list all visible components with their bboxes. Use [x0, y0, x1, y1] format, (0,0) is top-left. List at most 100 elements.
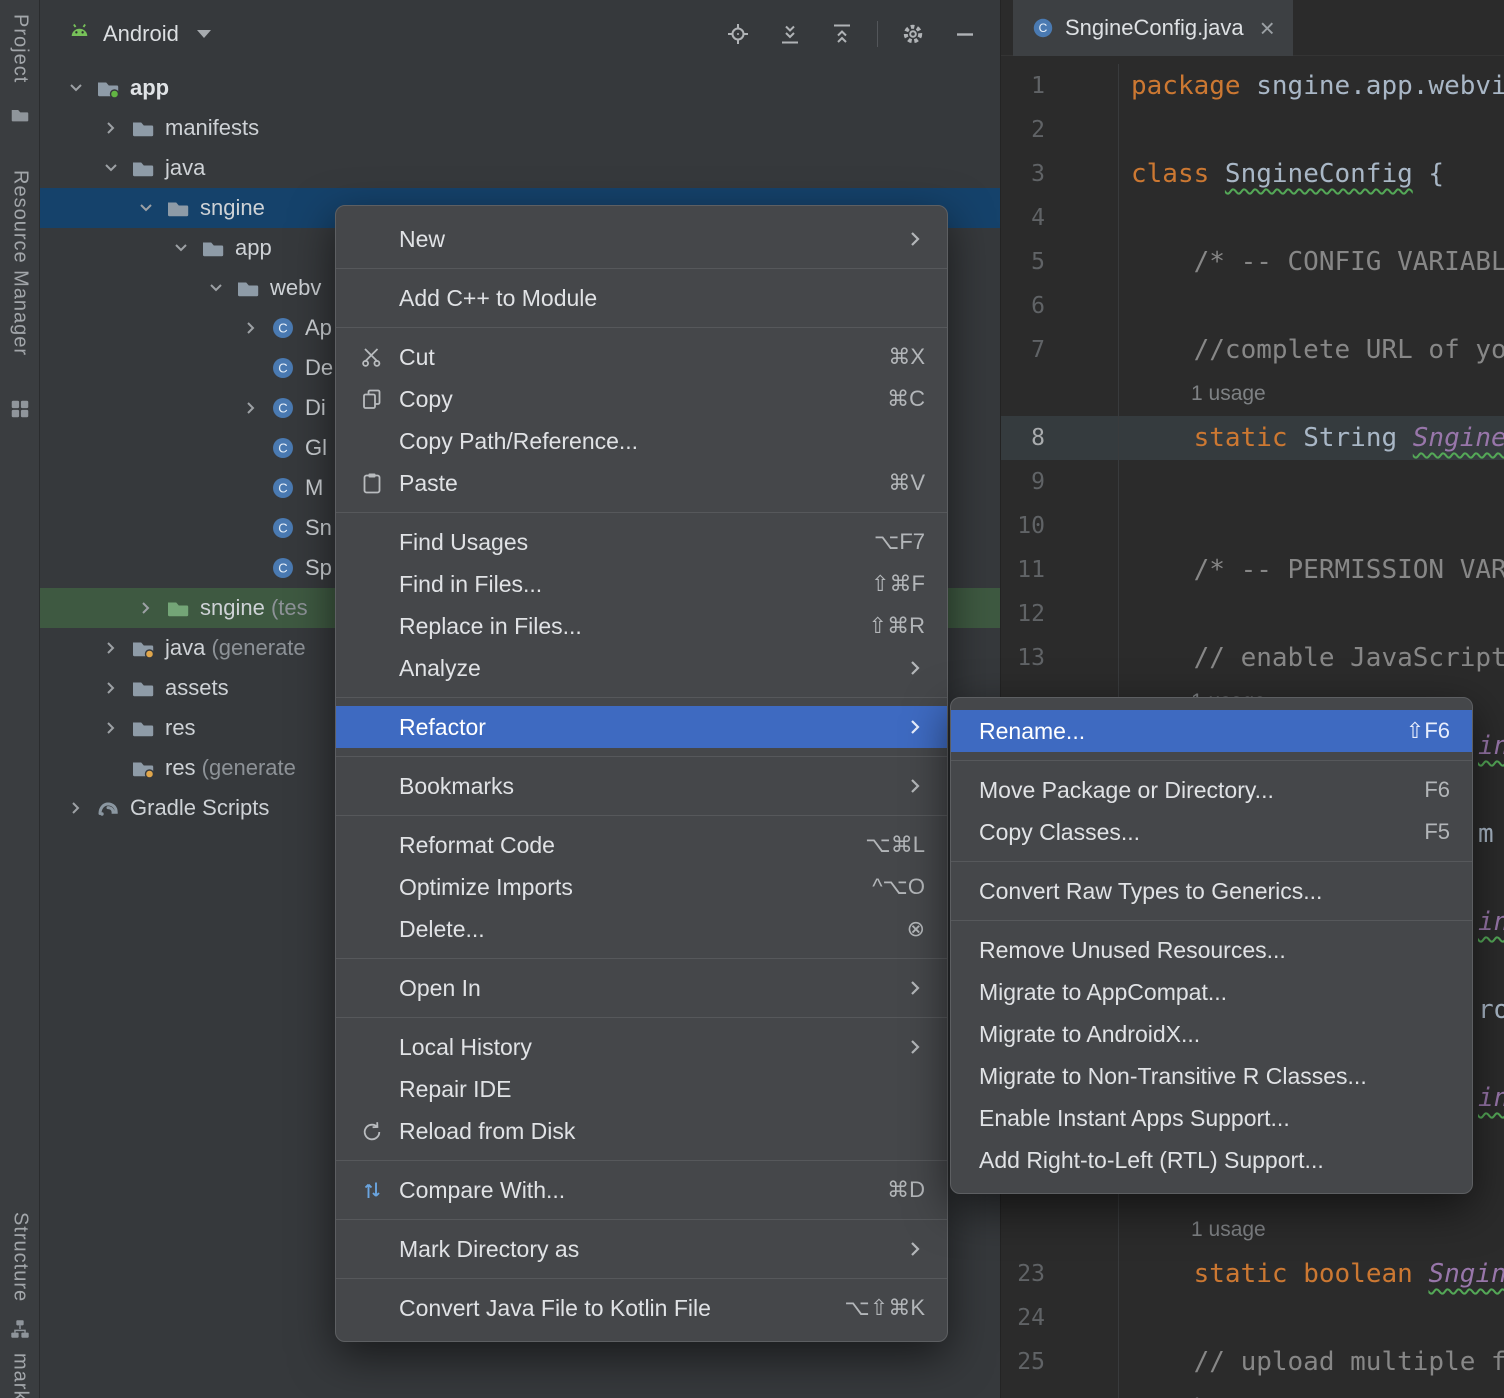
menu-item-delete[interactable]: Delete...⊗: [336, 908, 947, 950]
chevron-right-icon[interactable]: [100, 717, 130, 739]
code-text: package sngine.app.webvi: [1131, 64, 1504, 108]
menu-item-label: Enable Instant Apps Support...: [979, 1105, 1290, 1132]
code-fragment: in: [1478, 900, 1504, 944]
menu-item-move-package-or-directory[interactable]: Move Package or Directory...F6: [951, 769, 1472, 811]
menu-item-reformat-code[interactable]: Reformat Code⌥⌘L: [336, 824, 947, 866]
context-menu: New Add C++ to Module Cut⌘X Copy ⌘C Copy Path…: [335, 205, 948, 1342]
chevron-right-icon[interactable]: [100, 637, 130, 659]
settings-gear-icon[interactable]: [900, 21, 926, 47]
tree-item-manifests[interactable]: manifests: [40, 108, 1000, 148]
chevron-right-icon[interactable]: [65, 797, 95, 819]
menu-item-convert-java-file-to-kotlin-file[interactable]: Convert Java File to Kotlin File⌥⇧⌘K: [336, 1287, 947, 1329]
menu-item-enable-instant-apps-support[interactable]: Enable Instant Apps Support...: [951, 1097, 1472, 1139]
menu-item-label: Find in Files...: [399, 571, 542, 598]
menu-item-migrate-to-non-transitive-r-classes[interactable]: Migrate to Non-Transitive R Classes...: [951, 1055, 1472, 1097]
menu-item-analyze[interactable]: Analyze: [336, 647, 947, 689]
tree-item-app[interactable]: app: [40, 68, 1000, 108]
project-view-selector[interactable]: Android: [103, 21, 179, 47]
stripe-structure-button[interactable]: Structure: [0, 1212, 40, 1302]
menu-item-migrate-to-appcompat[interactable]: Migrate to AppCompat...: [951, 971, 1472, 1013]
collapse-all-icon[interactable]: [829, 21, 855, 47]
menu-item-rename[interactable]: Rename...⇧F6: [951, 710, 1472, 752]
code-line: 23 static boolean Sngin: [1001, 1252, 1504, 1296]
tree-item-suffix: (generate: [196, 755, 296, 780]
menu-item-shortcut: ⌘C: [887, 386, 925, 412]
code-line: 13 // enable JavaScript: [1001, 636, 1504, 680]
chevron-right-icon[interactable]: [240, 397, 270, 419]
menu-item-migrate-to-androidx[interactable]: Migrate to AndroidX...: [951, 1013, 1472, 1055]
structure-icon[interactable]: [0, 1318, 40, 1340]
menu-item-convert-raw-types-to-generics[interactable]: Convert Raw Types to Generics...: [951, 870, 1472, 912]
stripe-project-button[interactable]: Project: [0, 14, 40, 83]
code-text: // upload multiple f: [1131, 1340, 1504, 1384]
android-studio-window: Project Resource Manager Structure marks…: [0, 0, 1504, 1398]
stripe-resource-manager-button[interactable]: Resource Manager: [0, 170, 40, 356]
menu-item-label: Add C++ to Module: [399, 285, 597, 312]
menu-item-reload-from-disk[interactable]: Reload from Disk: [336, 1110, 947, 1152]
menu-item-shortcut: ⇧⌘R: [869, 613, 925, 639]
menu-item-label: Copy: [399, 386, 453, 413]
menu-item-bookmarks[interactable]: Bookmarks: [336, 765, 947, 807]
menu-item-find-in-files[interactable]: Find in Files...⇧⌘F: [336, 563, 947, 605]
menu-item-copy-path-reference[interactable]: Copy Path/Reference...: [336, 420, 947, 462]
menu-item-mark-directory-as[interactable]: Mark Directory as: [336, 1228, 947, 1270]
hide-panel-icon[interactable]: [952, 21, 978, 47]
line-number: 13: [1001, 636, 1119, 680]
chevron-right-icon[interactable]: [240, 317, 270, 339]
menu-item-open-in[interactable]: Open In: [336, 967, 947, 1009]
code-line: 3class SngineConfig {: [1001, 152, 1504, 196]
menu-item-add-right-to-left-rtl-support[interactable]: Add Right-to-Left (RTL) Support...: [951, 1139, 1472, 1181]
chevron-down-icon[interactable]: [170, 237, 200, 259]
chevron-down-icon[interactable]: [135, 197, 165, 219]
menu-item-copy[interactable]: Copy ⌘C: [336, 378, 947, 420]
menu-item-compare-with[interactable]: Compare With...⌘D: [336, 1169, 947, 1211]
menu-item-remove-unused-resources[interactable]: Remove Unused Resources...: [951, 929, 1472, 971]
line-number: 1: [1001, 64, 1119, 108]
menu-item-add-c-to-module[interactable]: Add C++ to Module: [336, 277, 947, 319]
chevron-down-icon[interactable]: [197, 30, 211, 38]
menu-separator: [336, 327, 947, 328]
folder-icon: [130, 675, 156, 701]
menu-item-repair-ide[interactable]: Repair IDE: [336, 1068, 947, 1110]
expand-all-icon[interactable]: [777, 21, 803, 47]
menu-item-optimize-imports[interactable]: Optimize Imports^⌥O: [336, 866, 947, 908]
menu-item-label: Convert Java File to Kotlin File: [399, 1295, 711, 1322]
menu-item-new[interactable]: New: [336, 218, 947, 260]
menu-item-local-history[interactable]: Local History: [336, 1026, 947, 1068]
locate-file-icon[interactable]: [725, 21, 751, 47]
code-line: 2: [1001, 108, 1504, 152]
toolbar-divider: [877, 21, 878, 47]
menu-item-label: Cut: [399, 344, 435, 371]
menu-item-find-usages[interactable]: Find Usages⌥F7: [336, 521, 947, 563]
usages-inlay-hint[interactable]: 1 usage: [1191, 372, 1266, 416]
menu-separator: [336, 958, 947, 959]
class-icon: C: [270, 475, 296, 501]
chevron-right-icon[interactable]: [135, 597, 165, 619]
chevron-right-icon[interactable]: [100, 117, 130, 139]
chevron-down-icon[interactable]: [100, 157, 130, 179]
submenu-arrow-icon: [905, 717, 925, 737]
menu-item-replace-in-files[interactable]: Replace in Files...⇧⌘R: [336, 605, 947, 647]
editor-tab[interactable]: C SngineConfig.java ×: [1013, 0, 1293, 56]
line-number: 3: [1001, 152, 1119, 196]
resource-manager-icon[interactable]: [0, 398, 40, 420]
menu-item-refactor[interactable]: Refactor: [336, 706, 947, 748]
tree-item-java[interactable]: java: [40, 148, 1000, 188]
code-text: static String Sngine: [1131, 416, 1504, 460]
line-number: 6: [1001, 284, 1119, 328]
menu-separator: [336, 268, 947, 269]
stripe-bookmarks-button[interactable]: marks: [0, 1353, 40, 1398]
chevron-down-icon[interactable]: [205, 277, 235, 299]
reload-icon: [360, 1119, 399, 1143]
usages-inlay-hint[interactable]: 1 usage: [1191, 1208, 1266, 1252]
menu-item-copy-classes[interactable]: Copy Classes...F5: [951, 811, 1472, 853]
chevron-right-icon[interactable]: [100, 677, 130, 699]
project-folder-icon[interactable]: [0, 104, 40, 126]
tree-item-label: webv: [270, 275, 321, 301]
menu-item-paste[interactable]: Paste⌘V: [336, 462, 947, 504]
tab-close-icon[interactable]: ×: [1260, 15, 1275, 41]
chevron-down-icon[interactable]: [65, 77, 95, 99]
usages-inlay-hint[interactable]: 1 usage: [1191, 1384, 1266, 1398]
menu-item-cut[interactable]: Cut⌘X: [336, 336, 947, 378]
menu-item-shortcut: F5: [1424, 819, 1450, 845]
